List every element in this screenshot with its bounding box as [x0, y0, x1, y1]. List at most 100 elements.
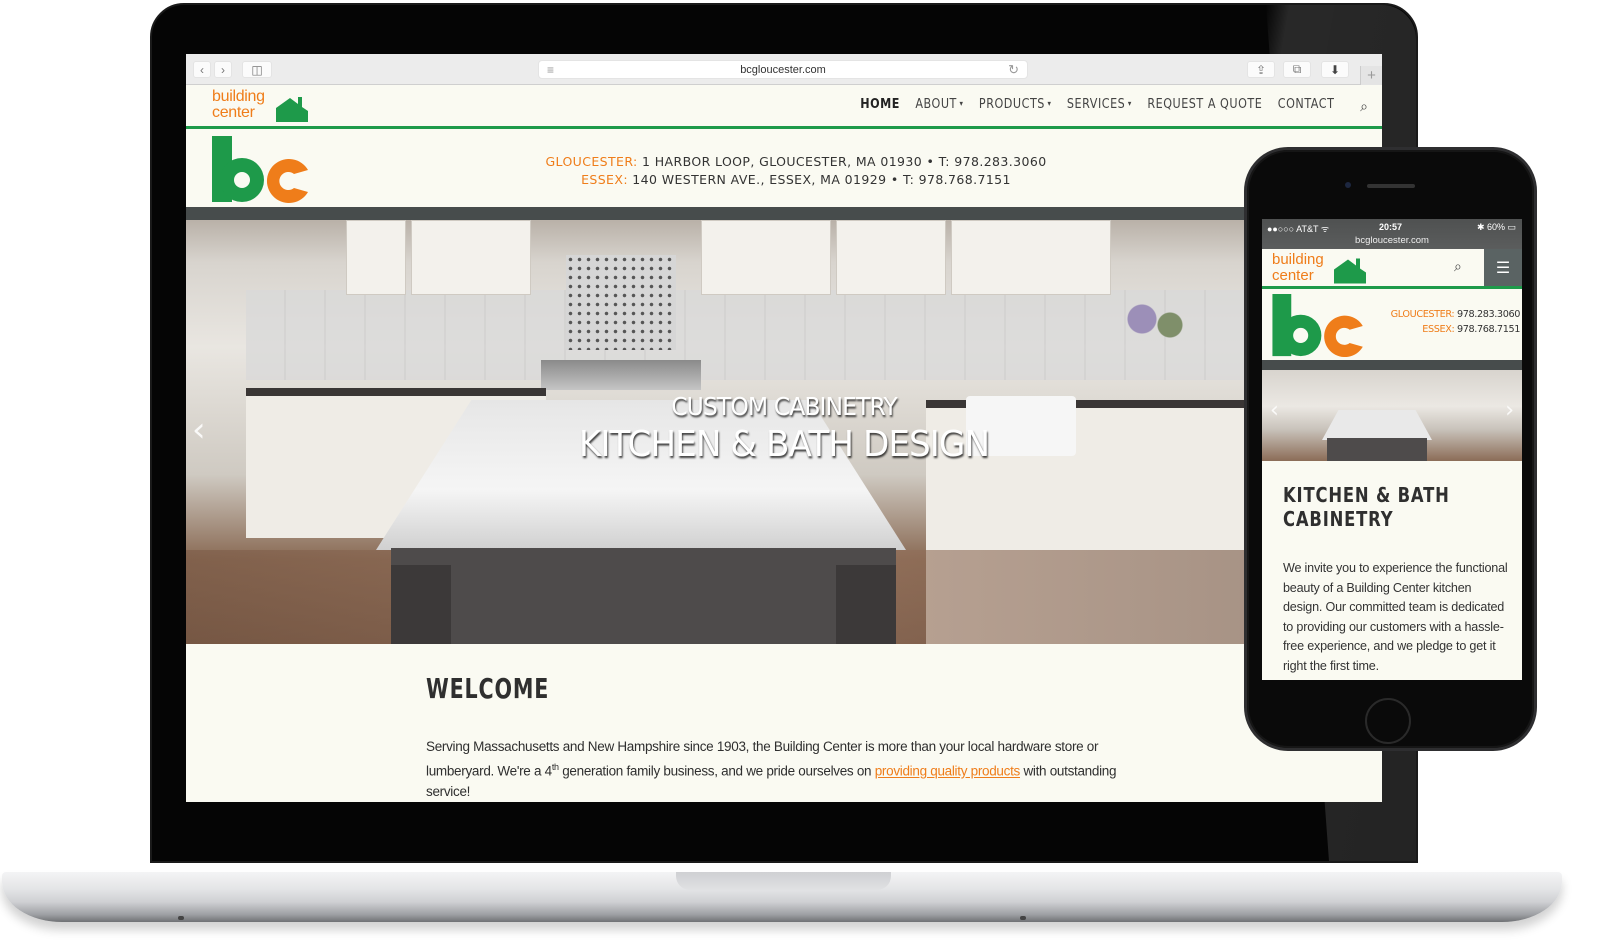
- hero-image-cabinet: [411, 220, 531, 295]
- hero-image-stove: [541, 360, 701, 390]
- logo-line2: center: [1272, 267, 1314, 284]
- phone-home-button[interactable]: [1365, 698, 1411, 744]
- welcome-text: Serving Massachusetts and New Hampshire …: [426, 737, 1146, 802]
- nav-services[interactable]: SERVICES ▾: [1066, 97, 1131, 112]
- ordinal-suffix: th: [551, 762, 559, 772]
- laptop-notch: [676, 872, 891, 890]
- hero-image-cabinet: [951, 220, 1111, 295]
- hero-image-flowers: [1121, 295, 1191, 355]
- welcome-title: WELCOME: [426, 672, 550, 705]
- nav-home[interactable]: HOME: [860, 97, 900, 112]
- mobile-hero-carousel[interactable]: ‹ ›: [1262, 370, 1522, 461]
- phone-camera: [1345, 182, 1351, 188]
- sidebar-button[interactable]: ◫: [242, 61, 272, 78]
- nav-label: SERVICES: [1066, 97, 1125, 112]
- status-time: 20:57: [1379, 222, 1403, 232]
- hero-title: KITCHEN & BATH DESIGN: [578, 424, 990, 465]
- mobile-content-text: We invite you to experience the function…: [1283, 561, 1508, 673]
- city-label: ESSEX:: [581, 172, 628, 187]
- mobile-logo-wordmark[interactable]: building center: [1272, 252, 1324, 284]
- hero-image-cabinet: [836, 220, 946, 295]
- nav-label: HOME: [859, 97, 900, 112]
- back-icon: ‹: [200, 62, 204, 77]
- house-icon: [276, 97, 308, 122]
- reload-icon[interactable]: ↻: [1008, 62, 1019, 78]
- location-gloucester: GLOUCESTER: 1 HARBOR LOOP, GLOUCESTER, M…: [496, 153, 1096, 171]
- site-logo[interactable]: building center: [212, 89, 312, 125]
- battery-indicator: ✱ 60% ▭: [1476, 222, 1516, 232]
- nav-products[interactable]: PRODUCTS ▾: [978, 97, 1051, 112]
- location-details: 140 WESTERN AVE., ESSEX, MA 01929 • T: 9…: [627, 172, 1011, 187]
- url-text: bcgloucester.com: [740, 63, 826, 76]
- hero-image-cabinet: [701, 220, 831, 295]
- site-header: GLOUCESTER: 1 HARBOR LOOP, GLOUCESTER, M…: [186, 132, 1382, 207]
- phone-number[interactable]: 978.283.3060: [1454, 309, 1520, 320]
- welcome-text-part: generation family business, and we pride…: [558, 763, 875, 779]
- carrier-signal: ●●○○○ AT&T ᯤ: [1267, 224, 1330, 234]
- welcome-section: WELCOME Serving Massachusetts and New Ha…: [186, 644, 1382, 802]
- location-essex: ESSEX: 978.768.7151: [1367, 322, 1520, 337]
- tabs-button[interactable]: ⧉: [1283, 61, 1311, 78]
- new-tab-button[interactable]: +: [1360, 66, 1382, 85]
- nav-request-quote[interactable]: REQUEST A QUOTE: [1147, 97, 1262, 112]
- hero-image-tile: [566, 255, 676, 350]
- share-icon: ⇪: [1255, 62, 1267, 77]
- location-details: 1 HARBOR LOOP, GLOUCESTER, MA 01930 • T:…: [637, 154, 1047, 169]
- header-divider: [186, 207, 1382, 220]
- carousel-next-icon[interactable]: ›: [1505, 398, 1514, 423]
- phone-screen: ●●○○○ AT&T ᯤ 20:57 ✱ 60% ▭ bcgloucester.…: [1262, 219, 1522, 680]
- hero-carousel[interactable]: CUSTOM CABINETRY KITCHEN & BATH DESIGN ‹: [186, 220, 1382, 644]
- phone-number[interactable]: 978.768.7151: [1454, 324, 1520, 335]
- hero-image-cabinet: [346, 220, 406, 295]
- laptop-foot: [178, 916, 184, 920]
- plus-icon: +: [1367, 67, 1376, 84]
- download-icon: ⬇: [1329, 62, 1341, 77]
- phone-status-bar: ●●○○○ AT&T ᯤ 20:57 ✱ 60% ▭ bcgloucester.…: [1262, 219, 1522, 249]
- sidebar-icon: ◫: [251, 62, 263, 77]
- share-button[interactable]: ⇪: [1247, 61, 1275, 78]
- menu-icon: ☰: [1495, 259, 1511, 277]
- house-icon: [1334, 258, 1366, 284]
- nav-label: REQUEST A QUOTE: [1146, 97, 1262, 112]
- location-essex: ESSEX: 140 WESTERN AVE., ESSEX, MA 01929…: [496, 171, 1096, 189]
- bc-logo[interactable]: [212, 136, 312, 204]
- main-nav: HOME ABOUT ▾ PRODUCTS ▾ SERVICES ▾ REQUEST …: [860, 97, 1334, 112]
- mobile-content: KITCHEN & BATH CABINETRY We invite you t…: [1262, 461, 1522, 680]
- reader-icon[interactable]: ≡: [547, 63, 554, 77]
- back-button[interactable]: ‹: [193, 61, 211, 78]
- logo-line1: building: [212, 88, 265, 105]
- mobile-header: GLOUCESTER: 978.283.3060 ESSEX: 978.768.…: [1262, 292, 1522, 360]
- logo-line2: center: [212, 104, 255, 121]
- bc-logo[interactable]: [1272, 294, 1367, 358]
- forward-icon: ›: [221, 62, 225, 77]
- nav-label: ABOUT: [914, 97, 957, 112]
- mobile-content-title: KITCHEN & BATH CABINETRY: [1283, 483, 1450, 531]
- nav-about[interactable]: ABOUT ▾: [915, 97, 963, 112]
- carousel-prev-icon[interactable]: ‹: [1270, 398, 1279, 423]
- store-locations: GLOUCESTER: 1 HARBOR LOOP, GLOUCESTER, M…: [496, 153, 1096, 189]
- hero-image-island: [391, 548, 896, 644]
- forward-button[interactable]: ›: [214, 61, 232, 78]
- laptop-screen: ‹ › ◫ ≡ bcgloucester.com ↻ ⇪ ⧉ ⬇ + build…: [186, 54, 1382, 802]
- browser-toolbar: ‹ › ◫ ≡ bcgloucester.com ↻ ⇪ ⧉ ⬇ +: [186, 54, 1382, 85]
- logo-wordmark: building center: [212, 89, 265, 121]
- carousel-prev-icon[interactable]: ‹: [192, 410, 206, 450]
- city-label: GLOUCESTER:: [545, 154, 638, 169]
- location-gloucester: GLOUCESTER: 978.283.3060: [1367, 307, 1521, 322]
- downloads-button[interactable]: ⬇: [1321, 61, 1349, 78]
- address-bar[interactable]: ≡ bcgloucester.com ↻: [538, 60, 1028, 79]
- hero-subtitle: CUSTOM CABINETRY: [671, 392, 898, 421]
- mobile-search-icon[interactable]: ⌕: [1454, 258, 1462, 275]
- nav-label: PRODUCTS: [978, 97, 1045, 112]
- city-label: ESSEX:: [1422, 324, 1455, 335]
- hamburger-menu-button[interactable]: ☰: [1484, 249, 1522, 286]
- nav-contact[interactable]: CONTACT: [1277, 97, 1334, 112]
- mobile-url[interactable]: bcgloucester.com: [1262, 235, 1522, 246]
- search-icon[interactable]: ⌕: [1360, 98, 1368, 115]
- laptop-foot: [1020, 916, 1026, 920]
- hero-image-island-top: [1322, 410, 1432, 440]
- nav-label: CONTACT: [1277, 97, 1334, 112]
- city-label: GLOUCESTER:: [1390, 309, 1455, 320]
- quality-products-link[interactable]: providing quality products: [875, 764, 1021, 779]
- mobile-navbar: building center ⌕ ☰: [1262, 249, 1522, 289]
